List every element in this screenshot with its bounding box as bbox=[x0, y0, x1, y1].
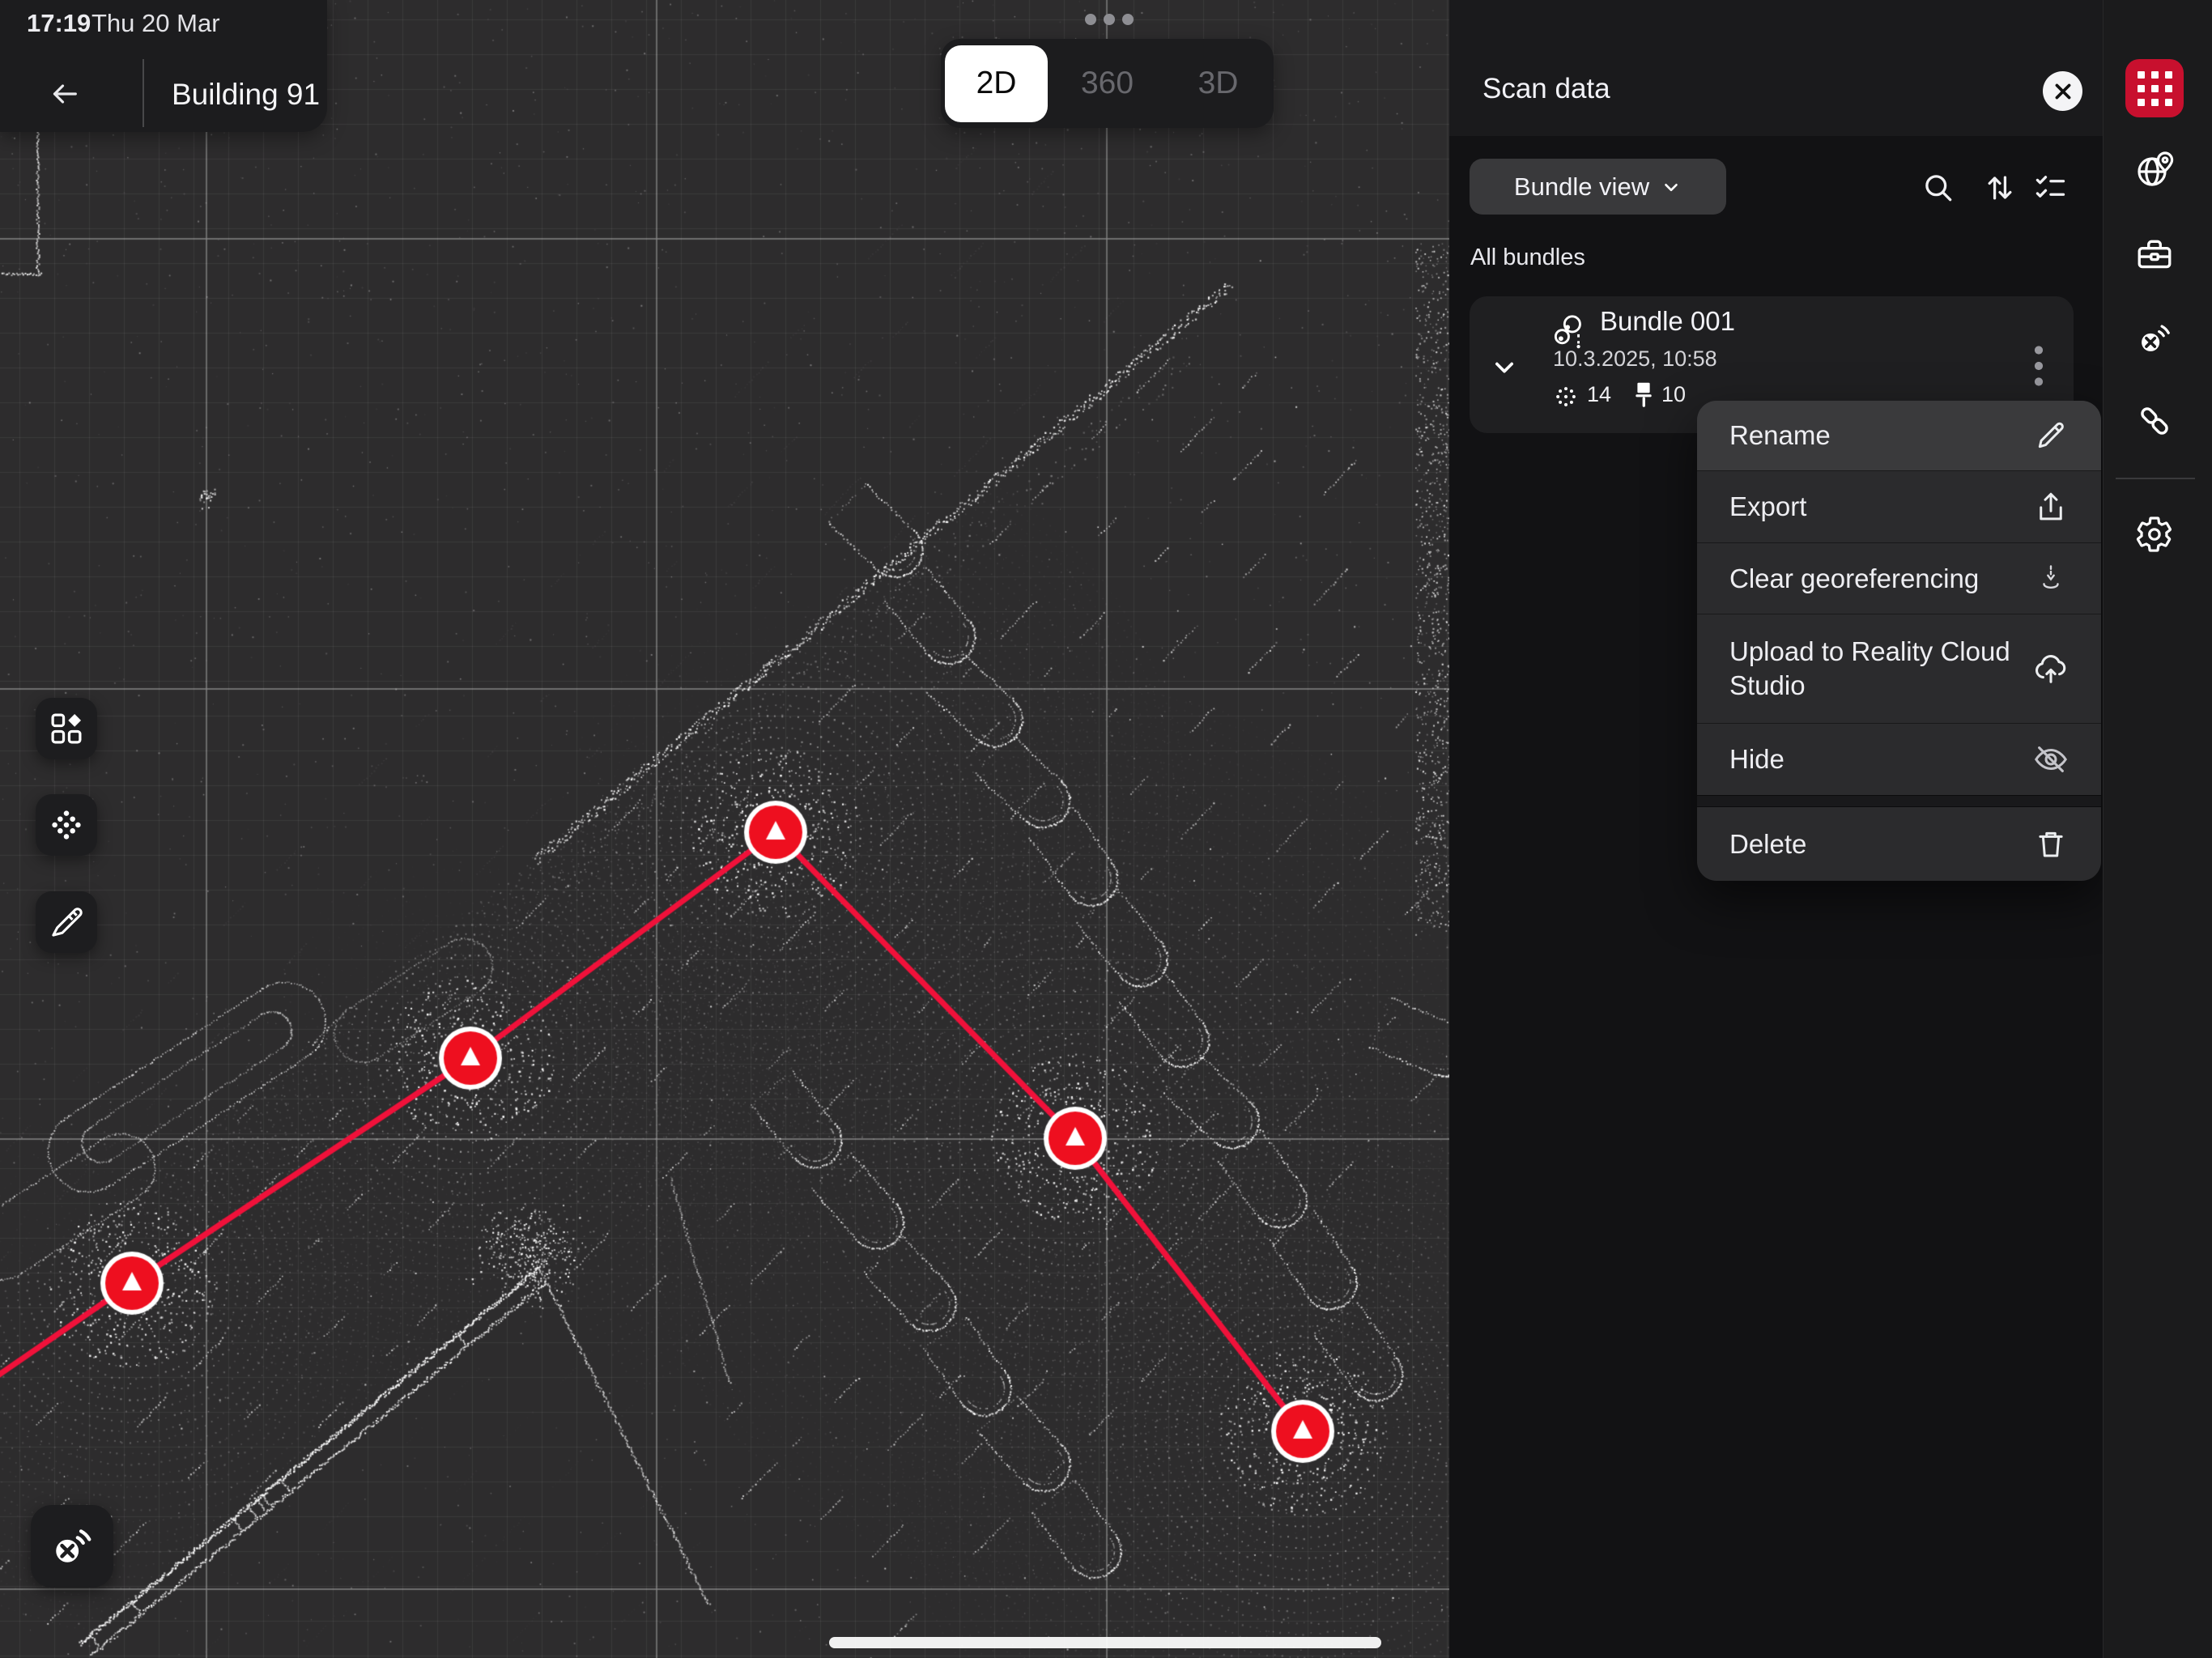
point-cloud-map-canvas[interactable] bbox=[0, 0, 1449, 1658]
bundle-name: Bundle 001 bbox=[1600, 306, 1735, 337]
bundle-view-label: Bundle view bbox=[1514, 172, 1649, 202]
sort-button[interactable] bbox=[1981, 169, 2018, 206]
bundle-datetime: 10.3.2025, 10:58 bbox=[1553, 346, 1717, 372]
close-icon bbox=[2052, 81, 2074, 102]
point-cloud-button[interactable] bbox=[36, 794, 97, 856]
apps-grid-icon bbox=[2138, 71, 2145, 79]
eye-off-icon bbox=[2031, 740, 2070, 779]
bundle-expander[interactable] bbox=[1487, 354, 1522, 383]
multi-select-button[interactable] bbox=[2031, 169, 2069, 206]
menu-item-upload-reality-cloud[interactable]: Upload to Reality Cloud Studio bbox=[1697, 614, 2101, 723]
home-indicator[interactable] bbox=[829, 1637, 1381, 1648]
search-button[interactable] bbox=[1920, 169, 1957, 206]
pencil-icon bbox=[2031, 416, 2070, 455]
target-count: 10 bbox=[1661, 382, 1686, 407]
view-switcher: 2D 360 3D bbox=[941, 39, 1274, 128]
multitask-indicator[interactable] bbox=[1085, 14, 1134, 25]
tab-3d[interactable]: 3D bbox=[1167, 45, 1270, 122]
cloud-upload-icon bbox=[2031, 649, 2070, 688]
device-status-button[interactable] bbox=[31, 1505, 113, 1588]
header-divider bbox=[143, 59, 144, 127]
menu-item-hide[interactable]: Hide bbox=[1697, 723, 2101, 795]
toolbox-icon bbox=[2134, 235, 2175, 275]
menu-item-export[interactable]: Export bbox=[1697, 470, 2101, 542]
device-disconnected-icon bbox=[2133, 317, 2176, 359]
sidebar-divider bbox=[2116, 478, 2195, 479]
menu-separator bbox=[1697, 795, 2101, 807]
link-icon bbox=[2135, 402, 2174, 440]
bundle-more-button[interactable] bbox=[2023, 340, 2055, 392]
menu-item-clear-georeferencing[interactable]: Clear georeferencing bbox=[1697, 542, 2101, 614]
status-date: Thu 20 Mar bbox=[91, 9, 220, 38]
georeference-icon bbox=[2031, 559, 2070, 598]
bundle-icon bbox=[1551, 312, 1589, 350]
checklist-icon bbox=[2032, 170, 2068, 206]
chevron-down-icon bbox=[1661, 176, 1682, 198]
cut-tool-button[interactable] bbox=[36, 891, 97, 953]
project-title: Building 91 bbox=[172, 78, 320, 112]
sidebar-item-device-connection[interactable] bbox=[2133, 317, 2176, 359]
layout-shapes-button[interactable] bbox=[36, 698, 97, 759]
bundle-view-selector[interactable]: Bundle view bbox=[1470, 159, 1726, 215]
trash-icon bbox=[2031, 825, 2070, 864]
globe-pin-icon bbox=[2133, 149, 2176, 191]
scan-panel-title: Scan data bbox=[1482, 73, 1610, 105]
point-cloud-dots-icon bbox=[48, 806, 85, 844]
menu-item-delete[interactable]: Delete bbox=[1697, 807, 2101, 881]
sidebar-item-toolbox[interactable] bbox=[2133, 234, 2176, 276]
status-time: 17:19 bbox=[27, 9, 91, 38]
search-icon bbox=[1921, 170, 1956, 206]
bundle-context-menu: Rename Export Clear georeferencing Uplo bbox=[1697, 401, 2101, 881]
app-screen: 17:19 Thu 20 Mar Building 91 39% 2D 360 … bbox=[0, 0, 2212, 1658]
tab-2d[interactable]: 2D bbox=[945, 45, 1048, 122]
arrow-left-icon bbox=[46, 78, 83, 110]
sidebar-item-settings[interactable] bbox=[2133, 513, 2176, 555]
menu-item-rename[interactable]: Rename bbox=[1697, 401, 2101, 470]
tab-360[interactable]: 360 bbox=[1056, 45, 1159, 122]
section-label: All bundles bbox=[1470, 244, 1585, 271]
close-panel-button[interactable] bbox=[2043, 71, 2082, 111]
sidebar-item-link[interactable] bbox=[2133, 400, 2176, 442]
device-disconnected-icon bbox=[47, 1521, 97, 1571]
sort-icon bbox=[1982, 170, 2018, 206]
scan-panel-header bbox=[1449, 0, 2103, 136]
target-count-icon bbox=[1632, 380, 1655, 410]
gear-icon bbox=[2135, 515, 2174, 554]
sidebar-item-apps[interactable] bbox=[2125, 59, 2184, 117]
layout-shapes-icon bbox=[48, 710, 85, 747]
sidebar-item-map[interactable] bbox=[2133, 149, 2176, 191]
back-button[interactable] bbox=[42, 74, 87, 113]
scan-count: 14 bbox=[1587, 382, 1611, 407]
chevron-down-icon bbox=[1487, 354, 1522, 383]
scan-count-icon bbox=[1553, 384, 1579, 410]
scalpel-icon bbox=[48, 903, 85, 941]
export-icon bbox=[2031, 487, 2070, 526]
